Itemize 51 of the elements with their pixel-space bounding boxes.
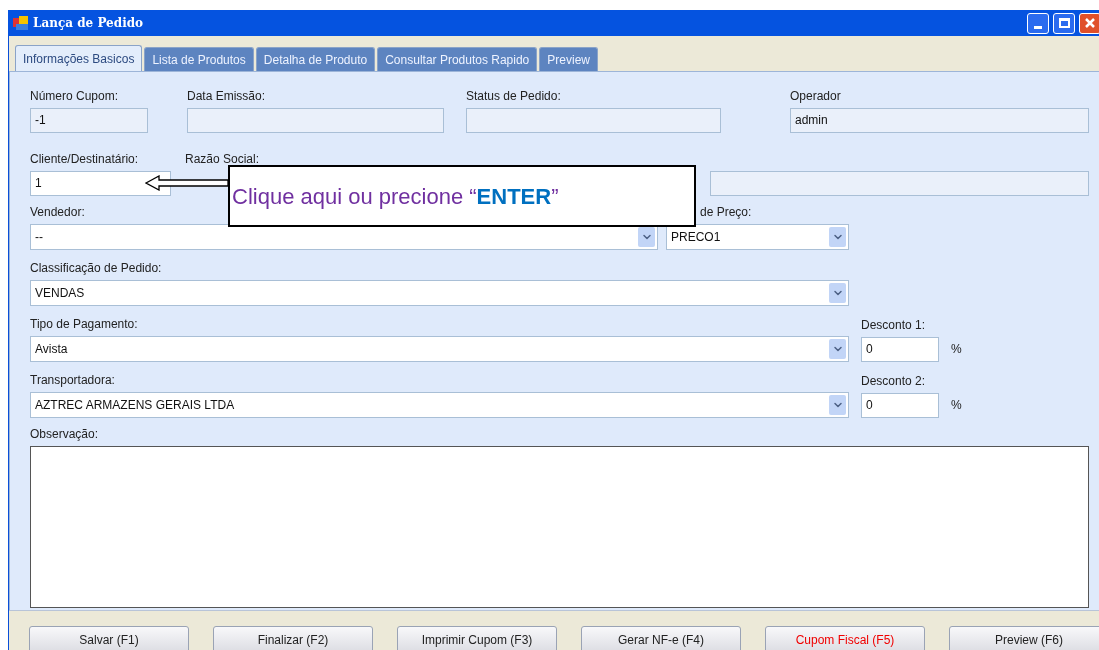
text-field[interactable] xyxy=(466,108,721,133)
text-field[interactable]: 0 xyxy=(861,337,939,362)
text-field[interactable]: admin xyxy=(790,108,1089,133)
field-label: Status de Pedido: xyxy=(466,88,562,104)
chevron-down-icon xyxy=(829,395,846,415)
dropdown[interactable]: Avista xyxy=(30,336,849,362)
action-button[interactable]: Finalizar (F2) xyxy=(213,626,373,650)
percent-label: % xyxy=(951,341,962,358)
close-button[interactable] xyxy=(1079,12,1099,34)
action-button[interactable]: Gerar NF-e (F4) xyxy=(581,626,741,650)
action-button[interactable]: Preview (F6) xyxy=(949,626,1099,650)
tab[interactable]: Lista de Produtos xyxy=(144,47,254,71)
notes-textarea[interactable] xyxy=(30,446,1089,608)
field-label: Desconto 1: xyxy=(861,317,927,333)
field-label: Razão Social: xyxy=(185,151,261,167)
field-label: Classificação de Pedido: xyxy=(30,260,163,276)
window-title: Lança de Pedido xyxy=(33,15,144,32)
callout-text: Clique aqui ou precione “ENTER” xyxy=(232,182,559,211)
field-label: Observação: xyxy=(30,426,100,442)
action-button[interactable]: Imprimir Cupom (F3) xyxy=(397,626,557,650)
dropdown[interactable]: AZTREC ARMAZENS GERAIS LTDA xyxy=(30,392,849,418)
text-field[interactable] xyxy=(187,108,444,133)
dropdown[interactable]: PRECO1 xyxy=(666,224,849,250)
field-label: Cliente/Destinatário: xyxy=(30,151,140,167)
field-label: Vendedor: xyxy=(30,204,86,220)
maximize-button[interactable] xyxy=(1053,12,1075,34)
field-label: Tipo de Pagamento: xyxy=(30,316,139,332)
field-label: Data Emissão: xyxy=(187,88,267,104)
tab[interactable]: Informações Basicos xyxy=(15,45,143,71)
field-label: de Preço: xyxy=(699,204,753,220)
chevron-down-icon xyxy=(829,227,846,247)
chevron-down-icon xyxy=(829,283,846,303)
text-field[interactable]: 1 xyxy=(30,171,171,196)
field-label: Operador xyxy=(790,88,842,104)
tab[interactable]: Consultar Produtos Rapido xyxy=(377,47,538,71)
field-label: Número Cupom: xyxy=(30,88,120,104)
percent-label: % xyxy=(951,397,962,414)
text-field[interactable]: -1 xyxy=(30,108,148,133)
field-label: Transportadora: xyxy=(30,372,116,388)
text-field[interactable] xyxy=(710,171,1089,196)
chevron-down-icon xyxy=(638,227,655,247)
minimize-button[interactable] xyxy=(1027,12,1049,34)
tab[interactable]: Preview xyxy=(539,47,598,71)
close-icon xyxy=(1084,17,1096,29)
action-button[interactable]: Salvar (F1) xyxy=(29,626,189,650)
chevron-down-icon xyxy=(829,339,846,359)
field-label: Desconto 2: xyxy=(861,373,927,389)
action-button[interactable]: Cupom Fiscal (F5) xyxy=(765,626,925,650)
text-field[interactable]: 0 xyxy=(861,393,939,418)
app-icon xyxy=(13,15,29,31)
dropdown[interactable]: VENDAS xyxy=(30,280,849,306)
